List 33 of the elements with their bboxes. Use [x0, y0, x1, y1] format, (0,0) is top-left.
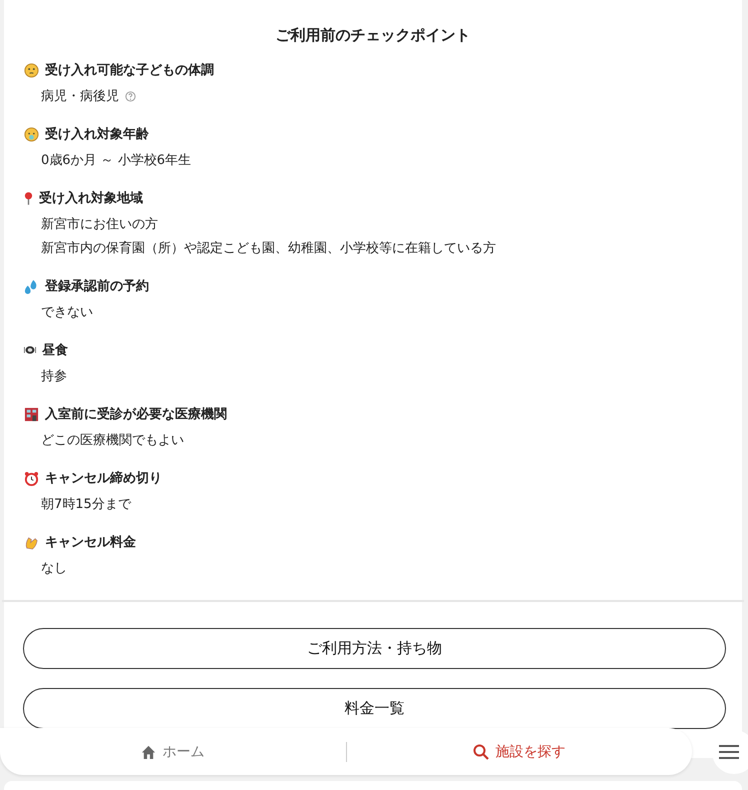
- home-icon: [141, 744, 156, 758]
- item-value: どこの医療機関でもよい: [41, 432, 184, 449]
- item-value: 新宮市にお住いの方: [41, 216, 158, 233]
- alarm-clock-icon: [24, 470, 39, 486]
- baby-face-icon: [24, 126, 39, 142]
- help-icon[interactable]: [125, 90, 136, 102]
- droplets-icon: [24, 278, 39, 294]
- link-button[interactable]: ご利用方法・持ち物: [23, 628, 726, 669]
- item-label: 受け入れ対象年齢: [45, 126, 149, 143]
- link-button[interactable]: 料金一覧: [23, 688, 726, 729]
- item-label: 昼食: [42, 342, 68, 359]
- item-label: 入室前に受診が必要な医療機関: [45, 406, 227, 423]
- item-value: 朝7時15分まで: [41, 496, 131, 513]
- item-value: 持参: [41, 368, 67, 385]
- nav-tab[interactable]: 施設を探す: [346, 736, 692, 766]
- pin-icon: [24, 190, 33, 206]
- item-label: 受け入れ対象地域: [39, 190, 143, 207]
- item-label: 受け入れ可能な子どもの体調: [45, 62, 214, 79]
- item-label: キャンセル締め切り: [45, 470, 162, 487]
- item-value: なし: [41, 560, 67, 577]
- search-icon: [473, 744, 490, 760]
- nav-tab[interactable]: ホーム: [0, 736, 346, 766]
- item-value: 新宮市内の保育園（所）や認定こども園、幼稚園、小学校等に在籍している方: [41, 240, 496, 257]
- item-value: できない: [41, 304, 93, 321]
- item-label: 登録承認前の予約: [45, 278, 149, 295]
- face-icon: [24, 62, 39, 78]
- section-title: ご利用前のチェックポイント: [274, 26, 472, 45]
- plate-icon: [24, 345, 36, 355]
- building-icon: [24, 406, 39, 422]
- menu-icon: [719, 744, 739, 760]
- item-label: キャンセル料金: [45, 534, 136, 551]
- item-value: 病児・病後児: [41, 88, 119, 105]
- item-value: 0歳6か月 ～ 小学校6年生: [41, 152, 192, 169]
